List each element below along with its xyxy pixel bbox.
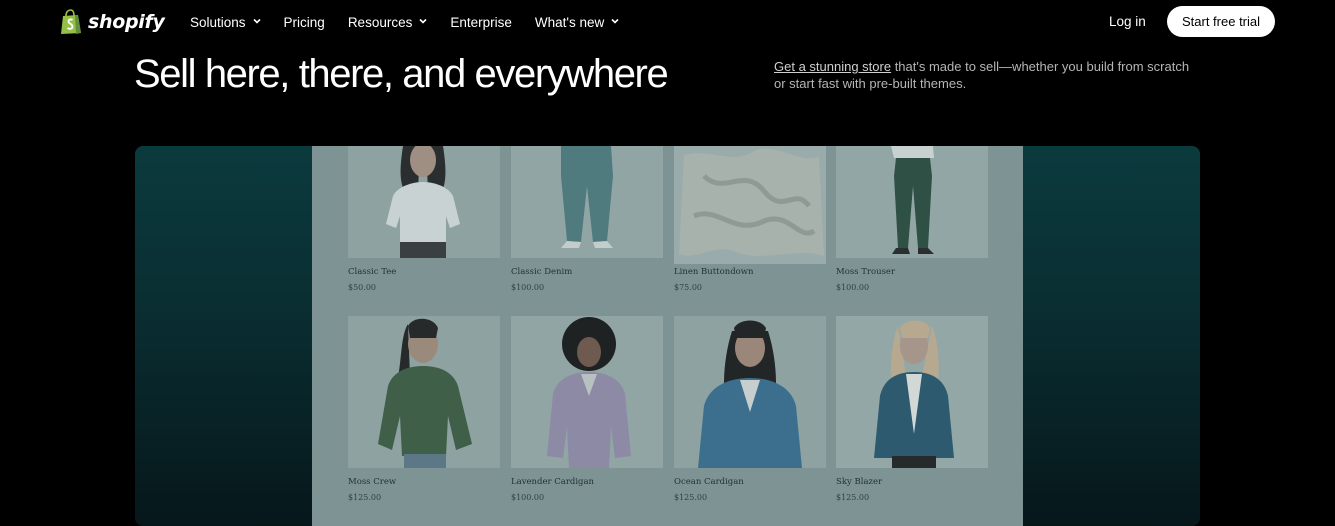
nav-solutions-label: Solutions (190, 14, 246, 30)
product-image (348, 146, 500, 258)
nav-whats-new-label: What's new (534, 14, 605, 30)
product-card[interactable] (511, 316, 663, 468)
model-photo (378, 318, 472, 468)
product-image (511, 316, 663, 468)
start-free-trial-button[interactable]: Start free trial (1167, 6, 1275, 37)
nav-pricing-label: Pricing (283, 14, 325, 30)
product-name[interactable]: Sky Blazer (836, 477, 882, 487)
product-image (836, 316, 988, 468)
product-card[interactable] (348, 316, 500, 468)
nav-links: Solutions Pricing Resources Enterprise W… (190, 0, 642, 44)
nav-resources-label: Resources (347, 14, 413, 30)
stunning-store-link[interactable]: Get a stunning store (774, 59, 891, 74)
product-price: $100.00 (511, 493, 545, 502)
product-card[interactable] (511, 146, 663, 258)
model-photo (386, 146, 460, 258)
shopify-logo[interactable]: shopify (60, 8, 165, 36)
hero-description: Get a stunning store that's made to sell… (774, 58, 1204, 92)
product-name[interactable]: Linen Buttondown (674, 267, 754, 277)
model-photo (561, 146, 613, 248)
chevron-down-icon (252, 18, 261, 24)
nav-resources[interactable]: Resources (348, 15, 428, 30)
top-navigation: shopify Solutions Pricing Resources Ente… (0, 0, 1335, 44)
model-photo (547, 317, 631, 468)
nav-enterprise-label: Enterprise (450, 14, 512, 30)
chevron-down-icon (419, 18, 427, 24)
product-card[interactable] (674, 146, 826, 264)
product-price: $125.00 (348, 493, 382, 502)
product-card[interactable] (836, 316, 988, 468)
product-image (348, 316, 500, 468)
model-photo (891, 146, 934, 254)
store-preview: Classic Tee $50.00 Classic Denim $100.00… (312, 146, 1023, 526)
product-image (836, 146, 988, 258)
product-name[interactable]: Classic Denim (511, 267, 572, 277)
hero-heading: Sell here, there, and everywhere (134, 52, 669, 96)
product-card[interactable] (674, 316, 826, 468)
shopping-bag-icon (61, 9, 81, 34)
product-name[interactable]: Ocean Cardigan (674, 477, 744, 487)
product-name[interactable]: Moss Trouser (836, 267, 895, 277)
product-price: $50.00 (348, 283, 376, 292)
product-name[interactable]: Lavender Cardigan (511, 477, 594, 487)
product-price: $100.00 (836, 283, 870, 292)
product-price: $125.00 (674, 493, 708, 502)
store-showcase: Classic Tee $50.00 Classic Denim $100.00… (135, 146, 1200, 526)
logo-wordmark: shopify (88, 11, 165, 33)
login-link[interactable]: Log in (1109, 14, 1146, 29)
model-photo (679, 148, 824, 256)
product-image (674, 316, 826, 468)
model-photo (698, 320, 802, 468)
nav-pricing[interactable]: Pricing (284, 15, 325, 30)
product-price: $100.00 (511, 283, 545, 292)
product-card[interactable] (348, 146, 500, 258)
product-price: $125.00 (836, 493, 870, 502)
nav-enterprise[interactable]: Enterprise (450, 15, 512, 30)
product-name[interactable]: Moss Crew (348, 477, 396, 487)
product-image (674, 146, 826, 264)
nav-solutions[interactable]: Solutions (190, 15, 261, 30)
nav-whats-new[interactable]: What's new (535, 15, 619, 30)
chevron-down-icon (611, 18, 619, 24)
model-photo (874, 320, 954, 468)
product-name[interactable]: Classic Tee (348, 267, 396, 277)
product-price: $75.00 (674, 283, 702, 292)
product-image (511, 146, 663, 258)
product-card[interactable] (836, 146, 988, 258)
